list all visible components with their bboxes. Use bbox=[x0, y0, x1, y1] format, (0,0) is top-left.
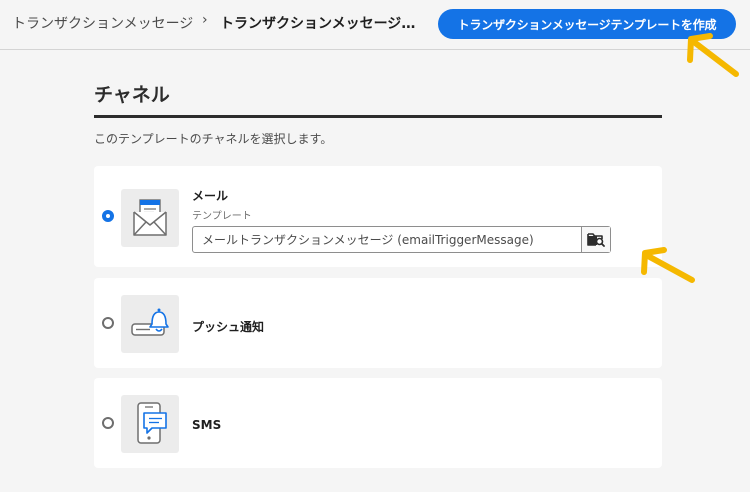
template-picker-field bbox=[192, 226, 611, 253]
breadcrumb-root-link[interactable]: トランザクションメッセージ bbox=[12, 13, 193, 33]
folder-search-icon bbox=[587, 233, 605, 247]
channel-card-push[interactable]: プッシュ通知 bbox=[94, 278, 662, 368]
browse-template-button[interactable] bbox=[581, 227, 610, 252]
sms-channel-label: SMS bbox=[192, 418, 222, 432]
push-channel-label: プッシュ通知 bbox=[192, 320, 265, 334]
template-input[interactable] bbox=[193, 227, 581, 252]
envelope-icon bbox=[121, 189, 179, 247]
email-channel-label: メール bbox=[192, 189, 229, 203]
section-description: このテンプレートのチャネルを選択します。 bbox=[94, 132, 333, 146]
email-radio[interactable] bbox=[102, 210, 114, 222]
push-notification-icon bbox=[121, 295, 179, 353]
email-template-sublabel: テンプレート bbox=[192, 211, 252, 222]
sms-phone-icon bbox=[121, 395, 179, 453]
section-divider bbox=[94, 115, 662, 118]
sms-radio[interactable] bbox=[102, 417, 114, 429]
breadcrumb-current: トランザクションメッセージ... bbox=[220, 16, 416, 32]
channel-card-email[interactable]: メール テンプレート bbox=[94, 166, 662, 267]
section-title: チャネル bbox=[94, 84, 170, 106]
breadcrumb-separator: › bbox=[202, 12, 208, 28]
channel-card-sms[interactable]: SMS bbox=[94, 378, 662, 468]
push-radio[interactable] bbox=[102, 317, 114, 329]
annotation-arrow-icon bbox=[687, 33, 739, 77]
top-bar: トランザクションメッセージ › トランザクションメッセージ... トランザクショ… bbox=[0, 0, 750, 50]
